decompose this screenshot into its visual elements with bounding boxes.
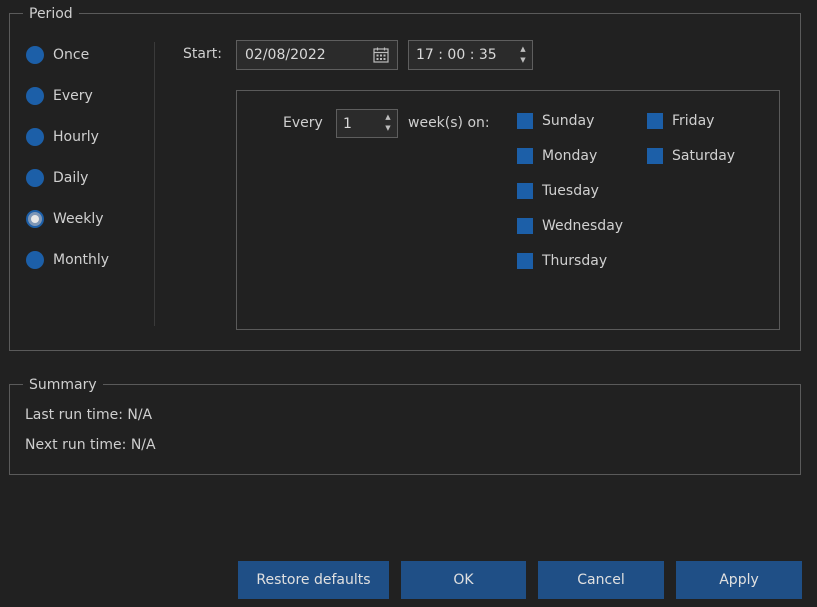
radio-daily-label: Daily — [53, 170, 89, 186]
next-run-time: Next run time: N/A — [25, 437, 156, 453]
radio-every-label: Every — [53, 88, 93, 104]
radio-once-label: Once — [53, 47, 90, 63]
spin-down-icon[interactable]: ▼ — [385, 123, 390, 134]
day-monday-label: Monday — [542, 148, 598, 164]
day-monday-checkbox[interactable]: Monday — [517, 146, 597, 166]
ok-button[interactable]: OK — [401, 561, 526, 599]
spin-down-icon[interactable]: ▼ — [520, 55, 525, 66]
start-label: Start: — [183, 46, 222, 62]
day-saturday-label: Saturday — [672, 148, 736, 164]
every-weeks-input[interactable]: 1 ▲ ▼ — [336, 109, 398, 138]
start-date-value: 02/08/2022 — [245, 47, 326, 63]
radio-once[interactable]: Once — [26, 45, 89, 65]
day-saturday-box[interactable] — [647, 148, 663, 164]
day-monday-box[interactable] — [517, 148, 533, 164]
start-date-field[interactable]: 02/08/2022 — [236, 40, 398, 70]
day-tuesday-checkbox[interactable]: Tuesday — [517, 181, 599, 201]
day-tuesday-box[interactable] — [517, 183, 533, 199]
radio-daily[interactable]: Daily — [26, 168, 88, 188]
day-thursday-label: Thursday — [542, 253, 608, 269]
day-friday-checkbox[interactable]: Friday — [647, 111, 714, 131]
day-thursday-checkbox[interactable]: Thursday — [517, 251, 607, 271]
day-wednesday-box[interactable] — [517, 218, 533, 234]
spin-up-icon[interactable]: ▲ — [385, 112, 390, 123]
time-spinner[interactable]: ▲ ▼ — [518, 44, 528, 66]
summary-legend: Summary — [23, 377, 103, 393]
last-run-time: Last run time: N/A — [25, 407, 153, 423]
radio-every-indicator[interactable] — [26, 87, 44, 105]
day-sunday-box[interactable] — [517, 113, 533, 129]
start-time-value: 17 : 00 : 35 — [416, 47, 497, 63]
day-wednesday-checkbox[interactable]: Wednesday — [517, 216, 623, 236]
day-tuesday-label: Tuesday — [542, 183, 599, 199]
radio-monthly[interactable]: Monthly — [26, 250, 109, 270]
radio-hourly-label: Hourly — [53, 129, 99, 145]
every-weeks-value: 1 — [343, 115, 352, 132]
radio-weekly-label: Weekly — [53, 211, 104, 227]
radio-hourly-indicator[interactable] — [26, 128, 44, 146]
period-legend: Period — [23, 6, 79, 22]
restore-defaults-button[interactable]: Restore defaults — [238, 561, 389, 599]
period-divider — [154, 42, 155, 326]
every-label: Every — [283, 115, 323, 131]
radio-every[interactable]: Every — [26, 86, 93, 106]
radio-weekly-indicator[interactable] — [26, 210, 44, 228]
radio-once-indicator[interactable] — [26, 46, 44, 64]
radio-weekly[interactable]: Weekly — [26, 209, 104, 229]
spin-up-icon[interactable]: ▲ — [520, 44, 525, 55]
summary-group — [9, 384, 801, 475]
day-wednesday-label: Wednesday — [542, 218, 624, 234]
start-time-field[interactable]: 17 : 00 : 35 ▲ ▼ — [408, 40, 533, 70]
day-friday-box[interactable] — [647, 113, 663, 129]
day-thursday-box[interactable] — [517, 253, 533, 269]
calendar-icon[interactable] — [373, 47, 389, 63]
day-saturday-checkbox[interactable]: Saturday — [647, 146, 735, 166]
day-sunday-checkbox[interactable]: Sunday — [517, 111, 594, 131]
weeks-on-label: week(s) on: — [408, 115, 490, 131]
weeks-spinner[interactable]: ▲ ▼ — [383, 112, 393, 134]
day-sunday-label: Sunday — [542, 113, 595, 129]
radio-monthly-label: Monthly — [53, 252, 110, 268]
day-friday-label: Friday — [672, 113, 715, 129]
radio-monthly-indicator[interactable] — [26, 251, 44, 269]
apply-button[interactable]: Apply — [676, 561, 802, 599]
cancel-button[interactable]: Cancel — [538, 561, 664, 599]
radio-hourly[interactable]: Hourly — [26, 127, 99, 147]
radio-daily-indicator[interactable] — [26, 169, 44, 187]
